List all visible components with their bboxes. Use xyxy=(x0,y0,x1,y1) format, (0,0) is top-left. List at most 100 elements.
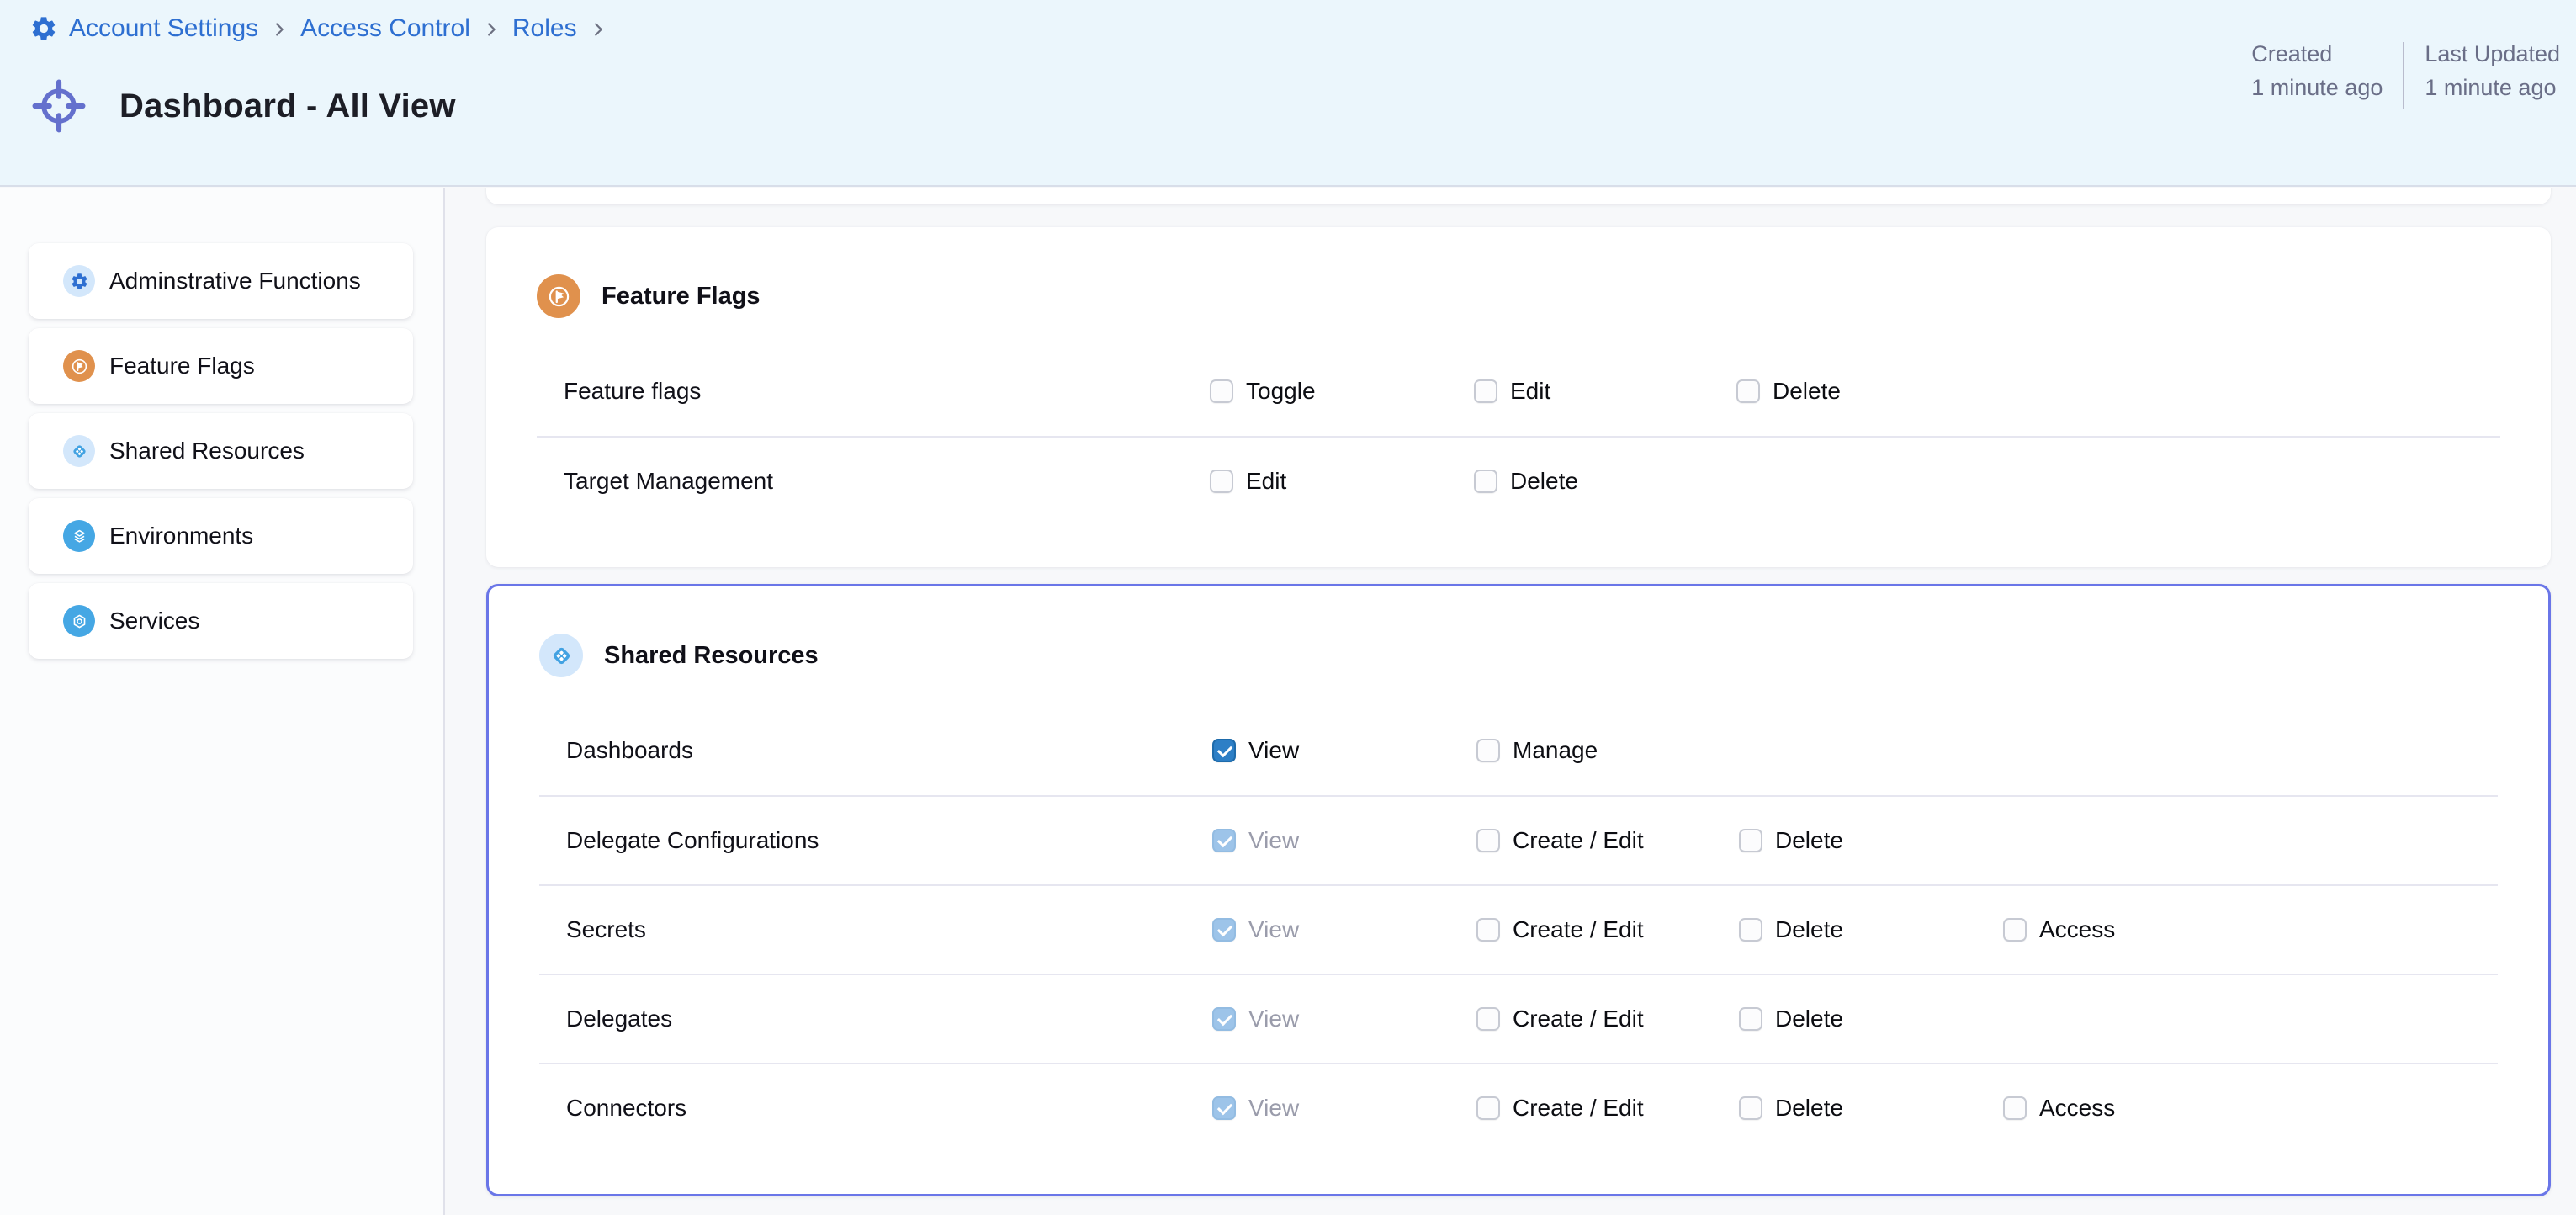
permission-option-manage[interactable]: Manage xyxy=(1476,737,1598,764)
permission-option-delete[interactable]: Delete xyxy=(1474,468,1578,495)
last-updated-value: 1 minute ago xyxy=(2425,71,2560,104)
permission-checkbox-label: Delete xyxy=(1773,378,1841,405)
permission-option-view[interactable]: View xyxy=(1212,737,1299,764)
permission-option-view: View xyxy=(1212,916,1299,943)
permission-checkbox[interactable] xyxy=(1474,470,1497,493)
permission-checkbox-label: Edit xyxy=(1246,468,1286,495)
permission-checkbox[interactable] xyxy=(1739,1096,1762,1120)
permission-checkbox-label: Toggle xyxy=(1246,378,1316,405)
permission-checkbox-label: View xyxy=(1248,827,1299,854)
permission-option-edit[interactable]: Edit xyxy=(1474,378,1550,405)
permission-card-icon xyxy=(537,274,580,318)
permission-option-view: View xyxy=(1212,1095,1299,1122)
breadcrumb-roles[interactable]: Roles xyxy=(512,14,577,43)
permission-rows: Dashboards View Manage Delegate Configur… xyxy=(539,706,2498,1152)
sidebar-item-label: Environments xyxy=(109,523,253,549)
permission-checkbox-label: Delete xyxy=(1775,827,1843,854)
permission-checkbox-label: Create / Edit xyxy=(1513,1005,1644,1032)
permission-checkbox[interactable] xyxy=(2003,1096,2027,1120)
permission-option-view: View xyxy=(1212,827,1299,854)
permission-checkbox[interactable] xyxy=(1476,739,1500,762)
permission-checkbox-label: View xyxy=(1248,1005,1299,1032)
permission-option-access[interactable]: Access xyxy=(2003,916,2115,943)
sidebar-item-services[interactable]: Services xyxy=(29,583,413,659)
page-title-row: Dashboard - All View xyxy=(30,77,456,135)
permission-row-label: Target Management xyxy=(564,468,773,495)
permission-checkbox[interactable] xyxy=(1476,1096,1500,1120)
permission-option-delete[interactable]: Delete xyxy=(1736,378,1841,405)
permission-row-secrets: Secrets View Create / Edit Delete Access xyxy=(539,884,2498,974)
permission-option-create-edit[interactable]: Create / Edit xyxy=(1476,1095,1644,1122)
permission-checkbox[interactable] xyxy=(2003,918,2027,942)
sidebar-item-feature-flags[interactable]: Feature Flags xyxy=(29,328,413,404)
permission-checkbox[interactable] xyxy=(1212,739,1236,762)
permission-option-create-edit[interactable]: Create / Edit xyxy=(1476,916,1644,943)
permission-checkbox-label: Access xyxy=(2039,916,2115,943)
permission-checkbox xyxy=(1212,1007,1236,1031)
permission-option-access[interactable]: Access xyxy=(2003,1095,2115,1122)
permission-checkbox-label: View xyxy=(1248,916,1299,943)
permission-checkbox[interactable] xyxy=(1739,918,1762,942)
permission-option-toggle[interactable]: Toggle xyxy=(1210,378,1316,405)
permission-checkbox-label: View xyxy=(1248,737,1299,764)
breadcrumb-account-settings[interactable]: Account Settings xyxy=(69,14,258,43)
permission-checkbox[interactable] xyxy=(1739,1007,1762,1031)
sidebar-item-icon xyxy=(63,605,95,637)
last-updated-info: Last Updated 1 minute ago xyxy=(2425,37,2560,109)
permission-checkbox[interactable] xyxy=(1476,829,1500,852)
permission-checkbox xyxy=(1212,829,1236,852)
permission-checkbox[interactable] xyxy=(1210,470,1233,493)
permission-row-label: Delegate Configurations xyxy=(566,827,819,854)
permission-row-label: Feature flags xyxy=(564,378,701,405)
permission-checkbox xyxy=(1212,1096,1236,1120)
breadcrumb-access-control[interactable]: Access Control xyxy=(300,14,470,43)
sidebar-item-label: Shared Resources xyxy=(109,438,305,464)
last-updated-label: Last Updated xyxy=(2425,37,2560,71)
page-header: Account Settings Access Control Roles Da… xyxy=(0,0,2576,187)
permission-row-label: Connectors xyxy=(566,1095,686,1122)
permission-checkbox[interactable] xyxy=(1476,918,1500,942)
permission-checkbox[interactable] xyxy=(1474,379,1497,403)
sidebar-item-label: Feature Flags xyxy=(109,353,255,379)
sidebar-item-adminstrative-functions[interactable]: Adminstrative Functions xyxy=(29,243,413,319)
sidebar-item-icon xyxy=(63,435,95,467)
permission-cards: Feature Flags Feature flags Toggle Edit … xyxy=(486,227,2551,1196)
created-info: Created 1 minute ago xyxy=(2251,37,2383,109)
permission-row-connectors: Connectors View Create / Edit Delete Acc… xyxy=(539,1063,2498,1152)
permission-option-edit[interactable]: Edit xyxy=(1210,468,1286,495)
permission-checkbox[interactable] xyxy=(1736,379,1760,403)
page-title: Dashboard - All View xyxy=(119,88,456,125)
permission-checkbox[interactable] xyxy=(1739,829,1762,852)
permission-option-delete[interactable]: Delete xyxy=(1739,1005,1843,1032)
permission-option-delete[interactable]: Delete xyxy=(1739,827,1843,854)
permission-option-create-edit[interactable]: Create / Edit xyxy=(1476,827,1644,854)
permission-rows: Feature flags Toggle Edit Delete Target … xyxy=(537,347,2500,525)
permission-checkbox-label: Access xyxy=(2039,1095,2115,1122)
permission-card-feature-flags: Feature Flags Feature flags Toggle Edit … xyxy=(486,227,2551,567)
permission-checkbox-label: Delete xyxy=(1775,1095,1843,1122)
permission-checkbox-label: Edit xyxy=(1510,378,1550,405)
permission-card-header: Feature Flags xyxy=(537,273,2500,320)
chevron-right-icon xyxy=(482,20,501,39)
chevron-right-icon xyxy=(589,20,607,39)
permission-card-header: Shared Resources xyxy=(539,632,2498,679)
permission-card-icon xyxy=(539,634,583,677)
permission-card-title: Feature Flags xyxy=(602,283,761,310)
permission-checkbox-label: Create / Edit xyxy=(1513,916,1644,943)
created-label: Created xyxy=(2251,37,2383,71)
sidebar-item-icon xyxy=(63,350,95,382)
permission-row-target-management: Target Management Edit Delete xyxy=(537,436,2500,525)
permission-row-feature-flags: Feature flags Toggle Edit Delete xyxy=(537,347,2500,436)
sidebar-item-icon xyxy=(63,265,95,297)
resource-group-sidebar: Adminstrative Functions Feature Flags Sh… xyxy=(0,188,445,1215)
permission-checkbox[interactable] xyxy=(1476,1007,1500,1031)
sidebar-item-shared-resources[interactable]: Shared Resources xyxy=(29,413,413,489)
sidebar-item-environments[interactable]: Environments xyxy=(29,498,413,574)
permissions-content: Feature Flags Feature flags Toggle Edit … xyxy=(445,188,2576,1215)
permission-checkbox[interactable] xyxy=(1210,379,1233,403)
permission-checkbox-label: Manage xyxy=(1513,737,1598,764)
permission-row-label: Secrets xyxy=(566,916,646,943)
permission-option-delete[interactable]: Delete xyxy=(1739,1095,1843,1122)
permission-option-delete[interactable]: Delete xyxy=(1739,916,1843,943)
permission-option-create-edit[interactable]: Create / Edit xyxy=(1476,1005,1644,1032)
